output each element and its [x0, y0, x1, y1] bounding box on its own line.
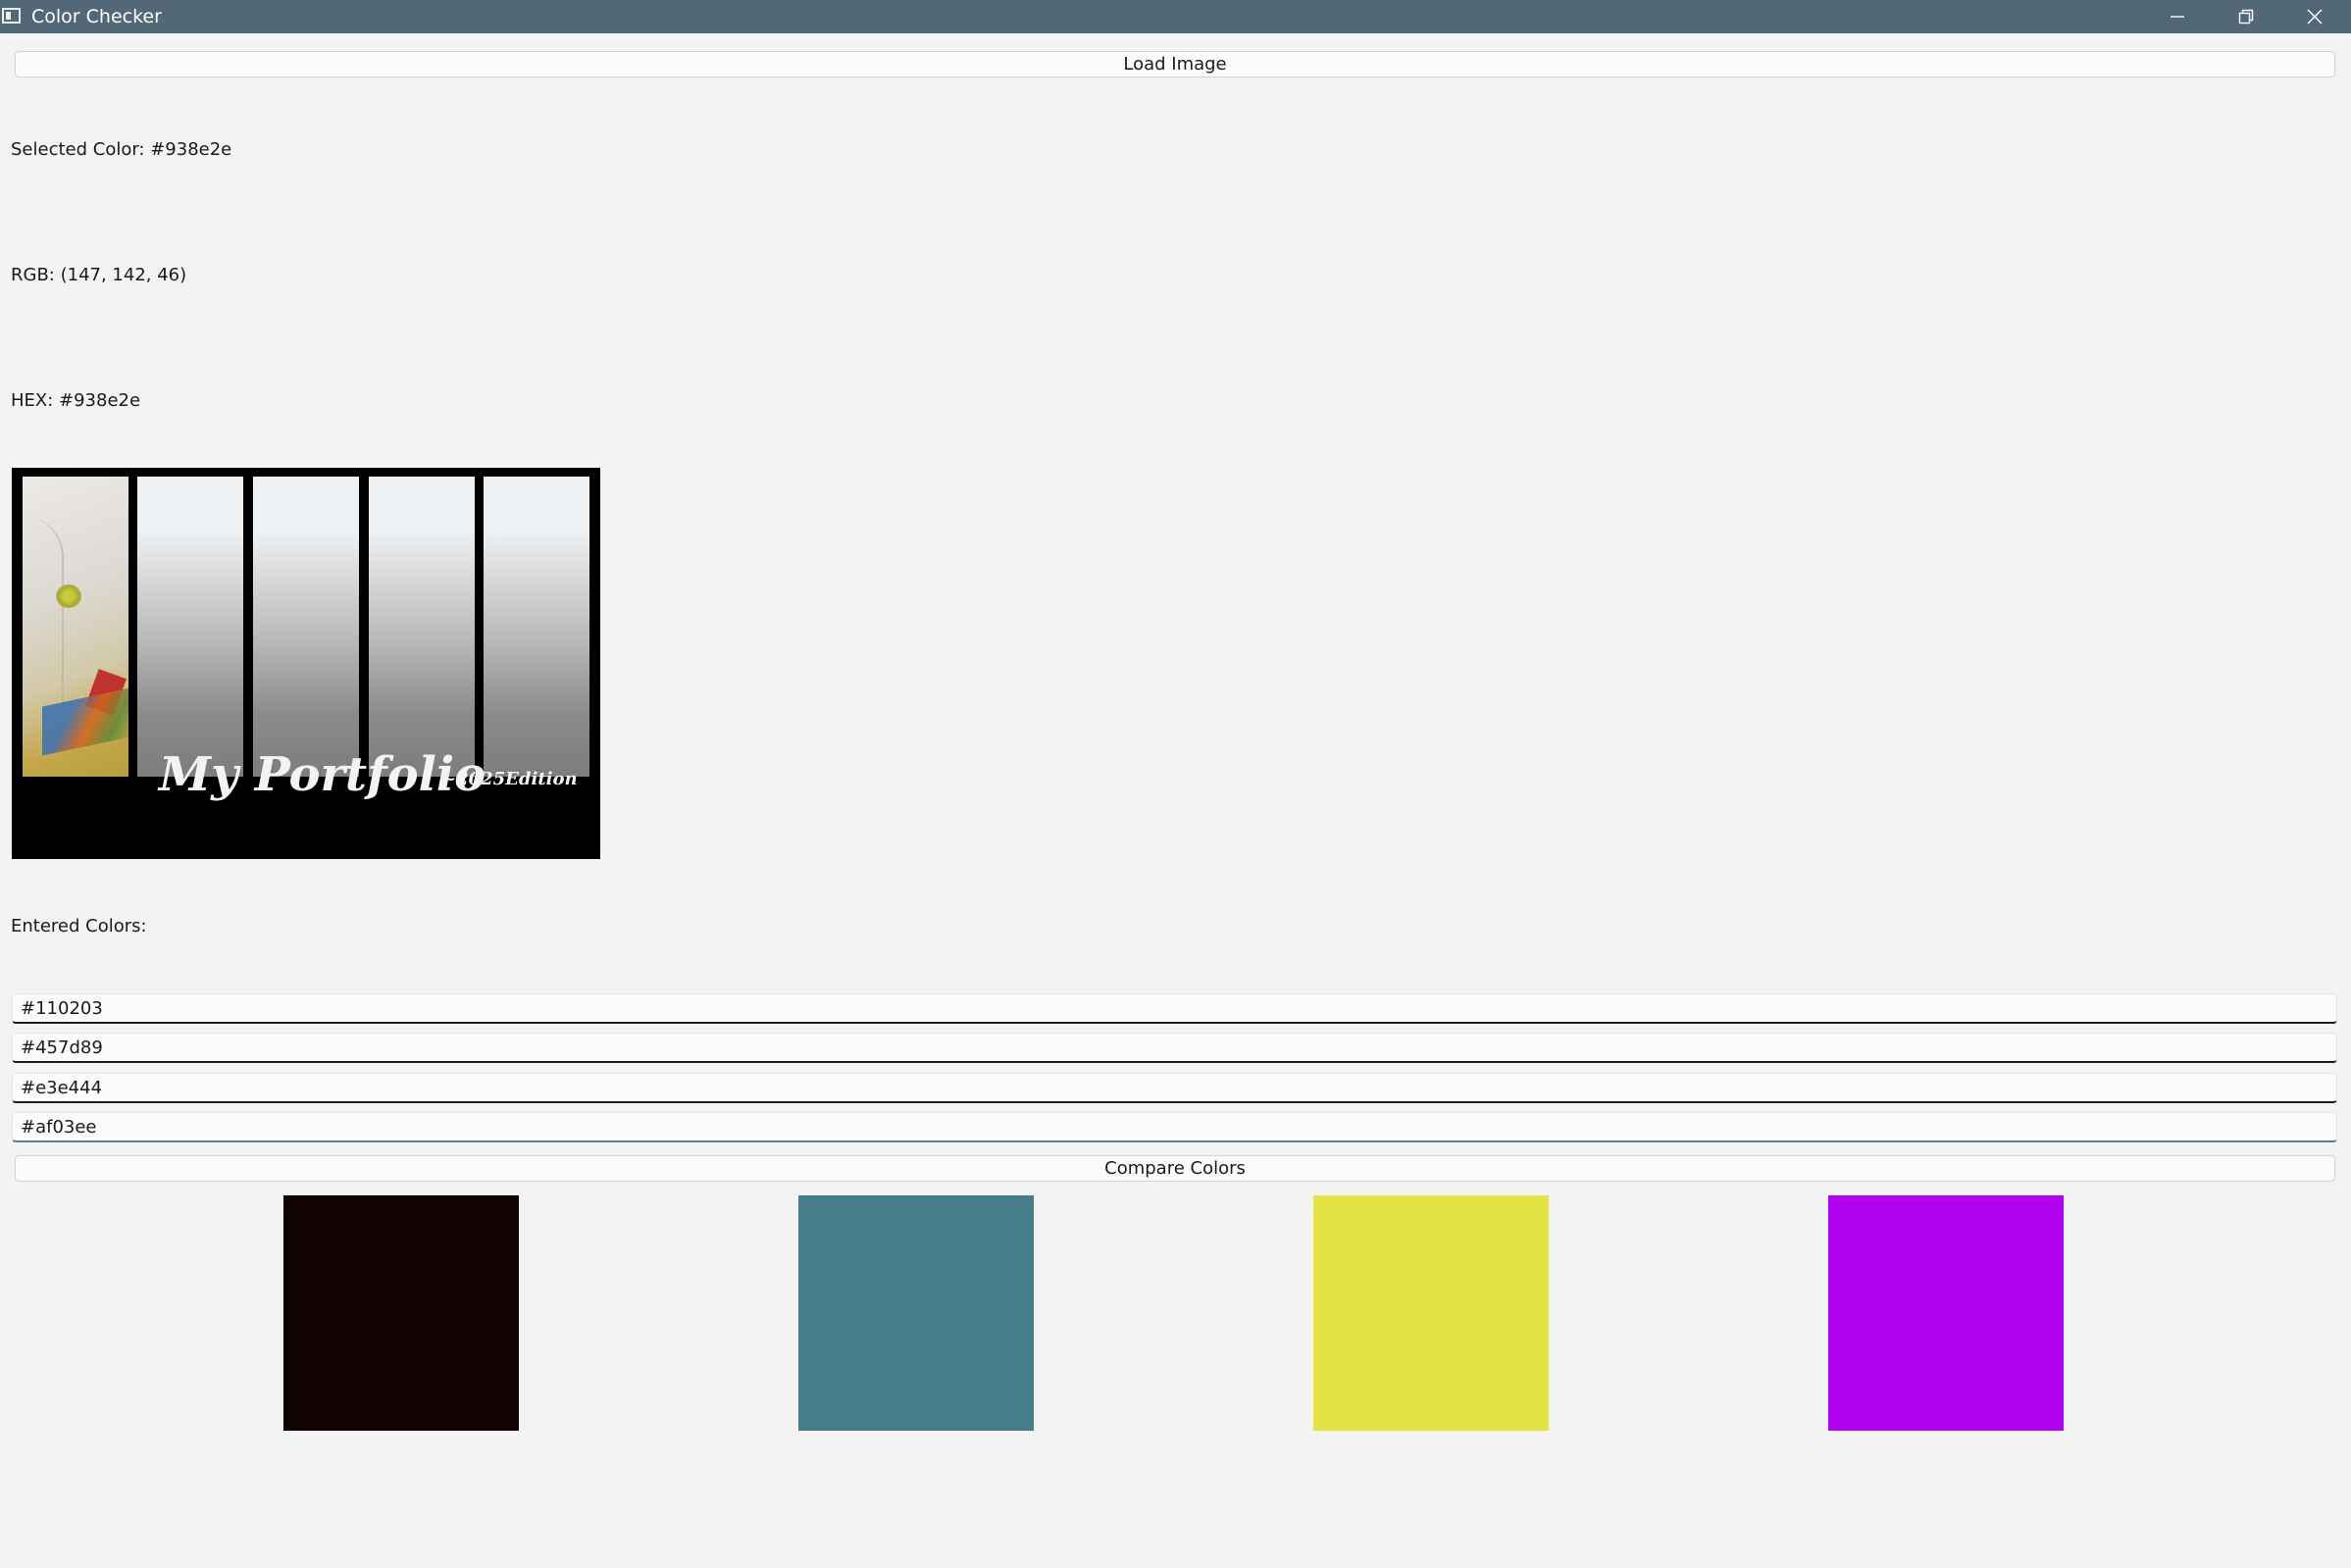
- restore-icon: [2238, 9, 2254, 25]
- window-title: Color Checker: [31, 6, 162, 27]
- color-swatch-3: [1313, 1195, 1549, 1431]
- preview-panel: [484, 477, 589, 777]
- color-swatch-4: [1828, 1195, 2064, 1431]
- preview-panel: [137, 477, 243, 777]
- portfolio-edition: ~2025Edition: [441, 769, 578, 789]
- load-image-button[interactable]: Load Image: [15, 51, 2335, 77]
- preview-panel: [253, 477, 359, 777]
- close-button[interactable]: [2281, 0, 2348, 33]
- color-input-1[interactable]: [12, 993, 2337, 1024]
- rgb-value-label: RGB: (147, 142, 46): [11, 265, 187, 285]
- app-icon: [2, 8, 21, 24]
- entered-colors-label: Entered Colors:: [11, 916, 147, 936]
- color-swatch-1: [283, 1195, 519, 1431]
- minimize-icon: [2171, 16, 2184, 18]
- selected-color-label: Selected Color: #938e2e: [11, 139, 232, 160]
- preview-panel: [369, 477, 475, 777]
- art-hair: [23, 516, 64, 712]
- close-icon: [2307, 9, 2323, 25]
- color-input-4[interactable]: [12, 1112, 2337, 1142]
- loaded-image-preview[interactable]: My Portfolio ~2025Edition: [12, 468, 600, 859]
- compare-colors-button[interactable]: Compare Colors: [15, 1155, 2335, 1182]
- art-eye: [56, 584, 81, 608]
- color-input-2[interactable]: [12, 1033, 2337, 1063]
- color-swatch-2: [798, 1195, 1034, 1431]
- hex-value-label: HEX: #938e2e: [11, 390, 141, 411]
- restore-button[interactable]: [2213, 0, 2279, 33]
- preview-panel-artwork: [23, 477, 128, 777]
- color-input-3[interactable]: [12, 1073, 2337, 1103]
- title-bar: Color Checker: [0, 0, 2351, 33]
- minimize-button[interactable]: [2144, 0, 2211, 33]
- portfolio-title: My Portfolio: [159, 747, 486, 802]
